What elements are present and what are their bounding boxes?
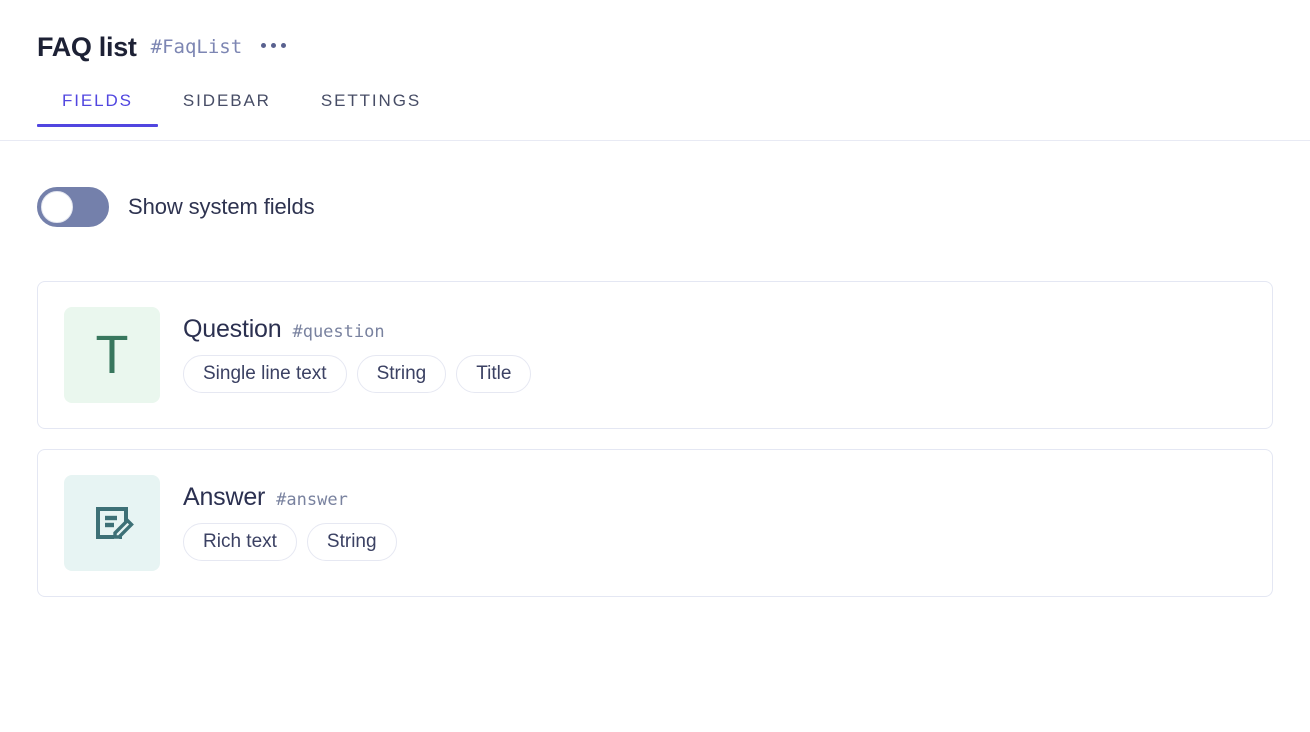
- tab-bar: FIELDS SIDEBAR SETTINGS: [0, 86, 1310, 141]
- field-tag: String: [306, 522, 397, 562]
- kebab-dot: [281, 42, 287, 48]
- field-name-row: Answer #answer: [183, 482, 397, 511]
- text-letter-t-icon: T: [64, 307, 160, 403]
- field-tag: Rich text: [183, 522, 297, 562]
- show-system-fields-label: Show system fields: [128, 194, 315, 219]
- field-tag: String: [356, 354, 447, 394]
- field-card-question[interactable]: T Question #question Single line text St…: [37, 281, 1273, 429]
- field-list: T Question #question Single line text St…: [0, 227, 1310, 597]
- letter-t-glyph: T: [95, 325, 129, 385]
- tab-settings[interactable]: SETTINGS: [296, 86, 446, 126]
- show-system-fields-toggle[interactable]: [37, 187, 109, 227]
- field-slug: #question: [292, 321, 385, 342]
- kebab-dot: [261, 42, 267, 48]
- field-tag: Single line text: [183, 354, 347, 394]
- field-tag-row: Single line text String Title: [183, 354, 532, 394]
- rich-text-document-edit-icon: [64, 475, 160, 571]
- field-name: Answer: [183, 482, 266, 511]
- toggle-knob: [41, 191, 73, 223]
- field-tag-row: Rich text String: [183, 522, 397, 562]
- page-title: FAQ list: [37, 31, 137, 62]
- field-body: Question #question Single line text Stri…: [183, 314, 532, 394]
- field-name-row: Question #question: [183, 314, 531, 343]
- show-system-fields-row: Show system fields: [0, 141, 1310, 227]
- field-card-answer[interactable]: Answer #answer Rich text String: [37, 449, 1273, 597]
- field-tag: Title: [456, 354, 532, 394]
- kebab-menu-icon[interactable]: [259, 37, 288, 54]
- field-body: Answer #answer Rich text String: [183, 482, 397, 562]
- page-slug: #FaqList: [150, 35, 243, 58]
- field-slug: #answer: [276, 489, 348, 510]
- kebab-dot: [271, 42, 277, 48]
- page-header: FAQ list #FaqList: [0, 0, 1310, 62]
- tab-fields[interactable]: FIELDS: [37, 86, 158, 127]
- tab-sidebar[interactable]: SIDEBAR: [158, 86, 296, 126]
- field-name: Question: [183, 314, 282, 343]
